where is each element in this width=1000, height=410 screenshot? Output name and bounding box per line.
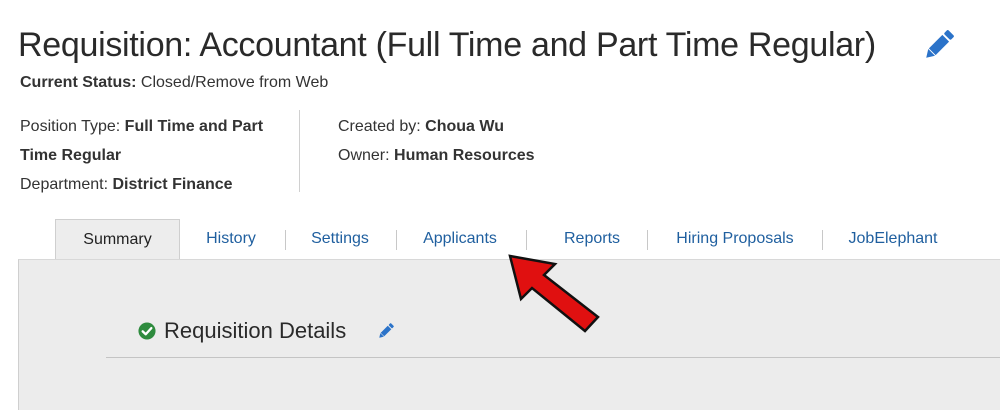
pencil-icon[interactable] [920,26,958,64]
section-divider [106,357,1000,358]
requisition-meta-left: Position Type: Full Time and Part Time R… [20,112,292,199]
position-type: Position Type: Full Time and Part Time R… [20,112,292,170]
page-title: Requisition: Accountant (Full Time and P… [18,26,876,64]
created-by-value: Choua Wu [425,118,504,135]
tab-hiring-proposals[interactable]: Hiring Proposals [661,219,809,259]
current-status: Current Status: Closed/Remove from Web [20,74,328,92]
status-value: Closed/Remove from Web [140,74,329,91]
created-by-label: Created by: [338,118,421,135]
owner-value: Human Resources [394,147,535,164]
tab-separator [526,230,527,250]
department-value: District Finance [112,176,233,193]
meta-divider [299,110,300,192]
red-arrow-icon [508,254,600,333]
requisition-details-header: Requisition Details [138,316,396,346]
tab-settings[interactable]: Settings [295,219,385,259]
position-type-label: Position Type: [20,118,121,135]
tab-history[interactable]: History [185,219,277,259]
check-circle-icon [138,322,156,340]
tab-separator [396,230,397,250]
tab-jobelephant[interactable]: JobElephant [833,219,953,259]
department: Department: District Finance [20,170,292,199]
requisition-meta-right: Created by: Choua Wu Owner: Human Resour… [338,112,535,170]
created-by: Created by: Choua Wu [338,112,535,141]
title-row: Requisition: Accountant (Full Time and P… [18,20,988,72]
section-title: Requisition Details [164,318,347,343]
owner: Owner: Human Resources [338,141,535,170]
tab-separator [647,230,648,250]
pencil-icon[interactable] [376,321,396,341]
tab-summary[interactable]: Summary [55,219,180,261]
tab-separator [285,230,286,250]
department-label: Department: [20,176,109,193]
tab-applicants[interactable]: Applicants [407,219,513,259]
tab-separator [822,230,823,250]
owner-label: Owner: [338,147,390,164]
status-label: Current Status: [20,74,137,91]
